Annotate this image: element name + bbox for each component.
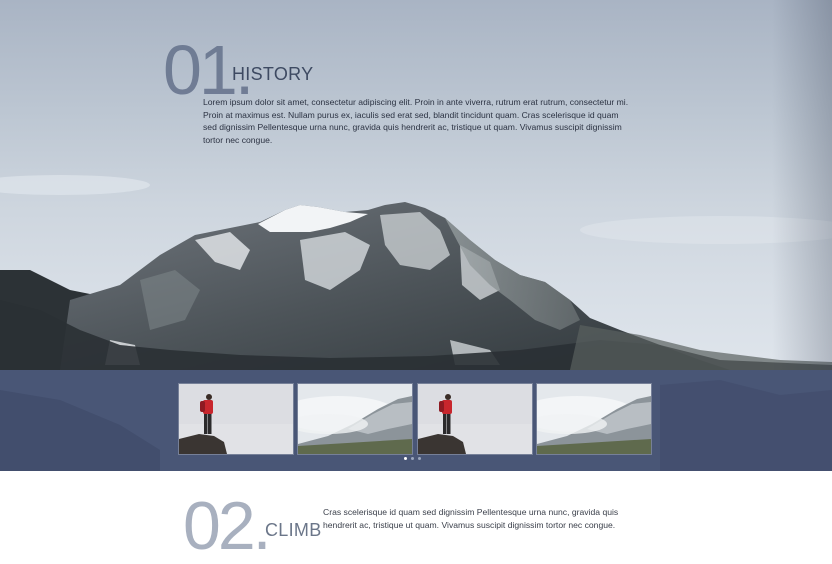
pagination-dot-2[interactable] — [411, 457, 414, 460]
gallery-thumbnail-mountains[interactable] — [297, 383, 413, 455]
history-section-title: HISTORY — [232, 64, 314, 84]
climb-section-number: 02. — [183, 488, 272, 564]
hero-vignette — [772, 0, 832, 370]
gallery-thumbnail-hiker[interactable] — [178, 383, 294, 455]
pagination-dot-3[interactable] — [418, 457, 421, 460]
mountain-landscape-image — [0, 175, 832, 370]
gallery-thumbnail-hiker[interactable] — [417, 383, 533, 455]
gallery-pagination — [404, 457, 421, 463]
gallery-thumbnail-mountains[interactable] — [536, 383, 652, 455]
gallery-background-image — [0, 370, 832, 471]
hero-section: 01. HISTORY Lorem ipsum dolor sit amet, … — [0, 0, 832, 370]
pagination-dot-1[interactable] — [404, 457, 407, 460]
climb-section-text: Cras scelerisque id quam sed dignissim P… — [323, 507, 619, 530]
history-section-text: Lorem ipsum dolor sit amet, consectetur … — [203, 97, 629, 145]
gallery-strip — [0, 370, 832, 471]
climb-section-title: CLIMB — [265, 520, 322, 540]
